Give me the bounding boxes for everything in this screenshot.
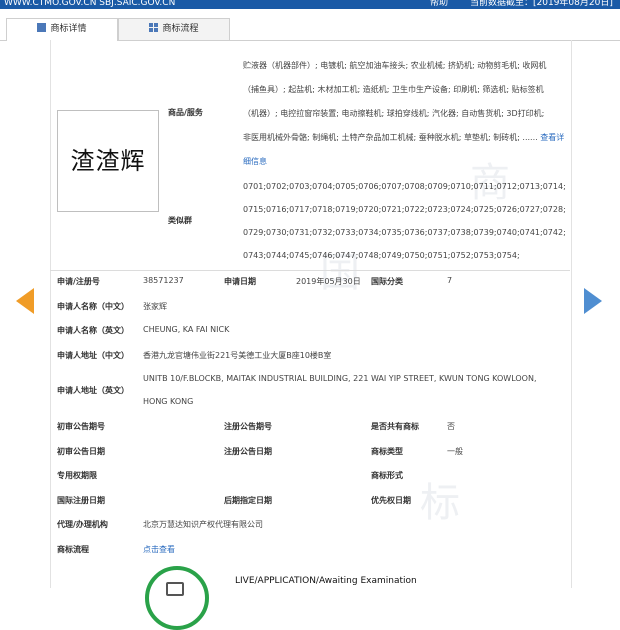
trademark-logo-text: 渣渣辉: [70, 147, 146, 175]
flow-label: 商标流程: [57, 545, 89, 554]
similar-group-label: 类似群: [168, 216, 192, 225]
tab-label: 商标流程: [162, 24, 199, 34]
watermark-char: 标: [420, 480, 460, 526]
tab-bar: 商标详情 商标流程: [0, 18, 620, 41]
applicant-addr-en-label: 申请人地址（英文）: [57, 386, 129, 395]
grid-icon: [149, 23, 159, 32]
similar-group-list: 0701;0702;0703;0704;0705;0706;0707;0708;…: [243, 182, 566, 260]
applicant-name-cn-label: 申请人名称（中文）: [57, 302, 129, 311]
class-label: 国际分类: [371, 277, 403, 286]
priority-date-label: 优先权日期: [371, 496, 411, 505]
agent-value: 北京万慧达知识产权代理有限公司: [143, 520, 263, 529]
shared-value: 否: [447, 422, 455, 431]
goods-line: （捕鱼具）; 起盐机; 木材加工机; 造纸机; 卫生巾生产设备; 印刷机; 筛选…: [243, 85, 544, 94]
reg-no-value: 38571237: [143, 276, 184, 285]
reg-pub-date-label: 注册公告日期: [224, 447, 272, 456]
previous-arrow-icon[interactable]: [16, 288, 34, 314]
type-value: 一般: [447, 447, 463, 456]
class-value: 7: [447, 276, 453, 285]
later-designation-label: 后期指定日期: [224, 496, 272, 505]
top-bar: WWW.CTMO.GOV.CN SBJ.SAIC.GOV.CN 帮助 当前数据截…: [0, 0, 620, 9]
intl-reg-date-label: 国际注册日期: [57, 496, 105, 505]
status-inner-mark: [166, 582, 184, 596]
goods-line: （机器）; 电控拉窗帘装置; 电动擦鞋机; 球拍穿线机; 汽化器; 自动售货机;…: [243, 109, 545, 118]
applicant-addr-en: UNITB 10/F.BLOCKB, MAITAK INDUSTRIAL BUI…: [143, 374, 537, 383]
reg-pub-no-label: 注册公告期号: [224, 422, 272, 431]
next-arrow-icon[interactable]: [584, 288, 602, 314]
divider: [50, 270, 570, 271]
shared-label: 是否共有商标: [371, 422, 419, 431]
applicant-name-en: CHEUNG, KA FAI NICK: [143, 325, 230, 334]
prelim-no-label: 初审公告期号: [57, 422, 105, 431]
tab-trademark-flow[interactable]: 商标流程: [118, 18, 230, 40]
goods-line: 贮液器（机器部件）; 电镀机; 航空加油车接头; 农业机械; 挤奶机; 动物剪毛…: [243, 61, 547, 70]
flow-view-link[interactable]: 点击查看: [143, 544, 175, 555]
applicant-name-en-label: 申请人名称（英文）: [57, 326, 129, 335]
goods-description: 贮液器（机器部件）; 电镀机; 航空加油车接头; 农业机械; 挤奶机; 动物剪毛…: [243, 54, 568, 174]
site-url[interactable]: WWW.CTMO.GOV.CN SBJ.SAIC.GOV.CN: [4, 0, 175, 8]
exclusive-period-label: 专用权期限: [57, 471, 97, 480]
tab-label: 商标详情: [50, 24, 87, 34]
goods-label: 商品/服务: [168, 108, 203, 117]
data-date: 当前数据截至：[2019年08月20日]: [470, 0, 613, 8]
help-link[interactable]: 帮助: [430, 0, 448, 8]
tab-trademark-detail[interactable]: 商标详情: [6, 18, 118, 41]
apply-date-value: 2019年05月30日: [296, 277, 361, 286]
document-icon: [37, 23, 47, 32]
form-label: 商标形式: [371, 471, 403, 480]
type-label: 商标类型: [371, 447, 403, 456]
applicant-addr-en: HONG KONG: [143, 397, 194, 406]
status-icon: [145, 566, 209, 630]
status-text: LIVE/APPLICATION/Awaiting Examination: [235, 576, 417, 586]
prelim-date-label: 初审公告日期: [57, 447, 105, 456]
apply-date-label: 申请日期: [224, 277, 256, 286]
agent-label: 代理/办理机构: [57, 520, 108, 529]
trademark-image[interactable]: 渣渣辉: [57, 110, 159, 212]
applicant-addr-cn-label: 申请人地址（中文）: [57, 351, 129, 360]
goods-line: 非医用机械外骨骼; 制绳机; 土特产杂品加工机械; 蚕种脱水机; 草垫机; 制砖…: [243, 133, 538, 142]
reg-no-label: 申请/注册号: [57, 277, 100, 286]
applicant-addr-cn: 香港九龙官塘伟业街221号美德工业大厦B座10楼B室: [143, 351, 332, 360]
applicant-name-cn: 张家辉: [143, 302, 167, 311]
